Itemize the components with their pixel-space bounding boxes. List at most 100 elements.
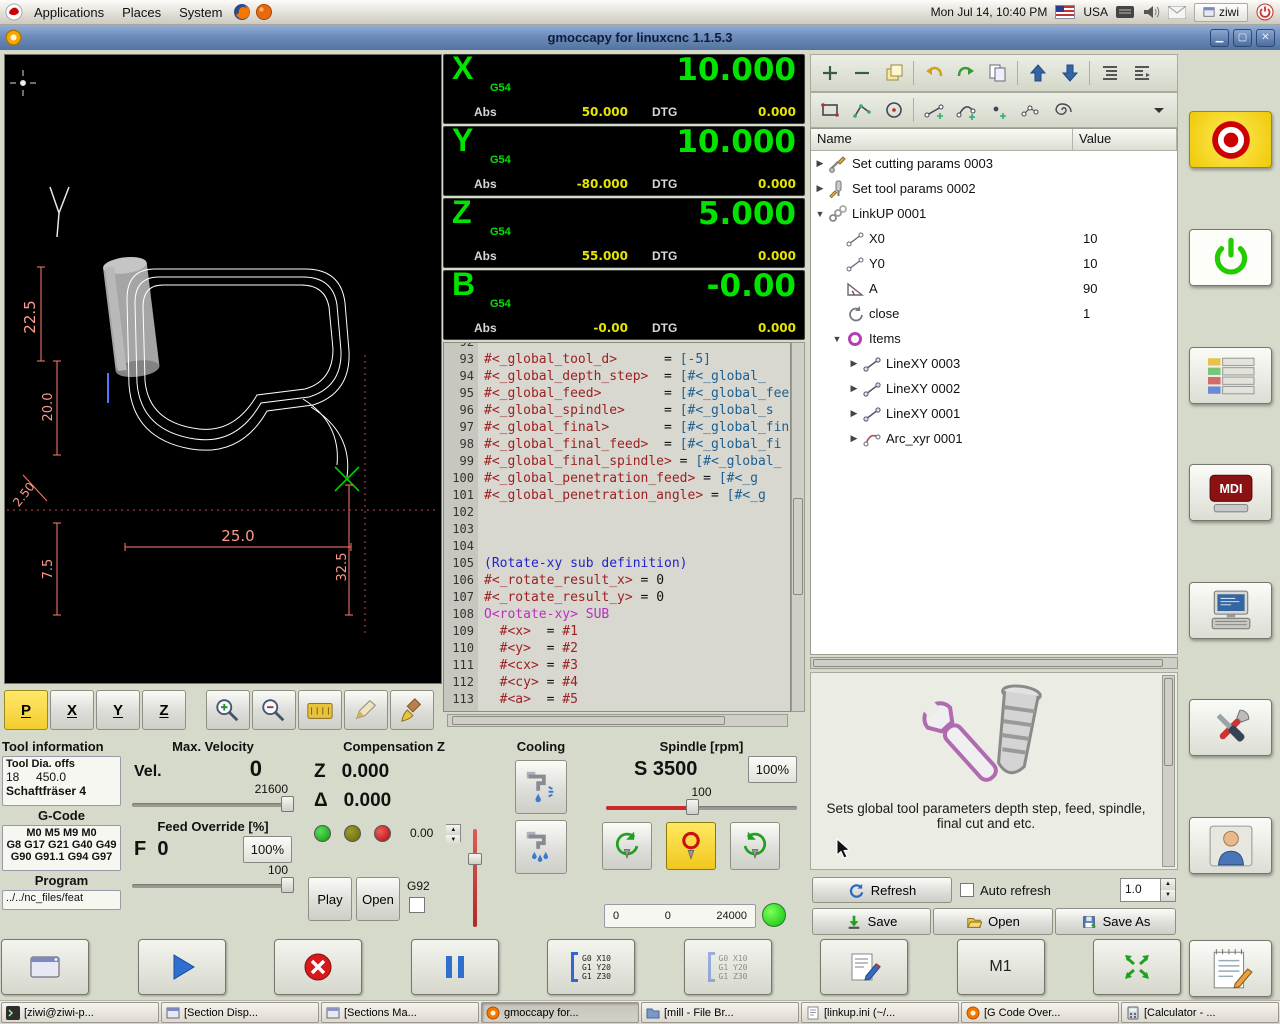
machine-on-button[interactable] xyxy=(1189,229,1272,286)
taskbar-item-gcode-overview[interactable]: [G Code Over... xyxy=(961,1002,1119,1023)
save-button[interactable]: Save xyxy=(812,908,931,935)
ncam-tree[interactable]: Name Value ▶Set cutting params 0003▶Set … xyxy=(810,128,1178,655)
tree-row[interactable]: ▶Set tool params 0002 xyxy=(811,176,1177,201)
spindle-override-slider[interactable] xyxy=(604,799,799,816)
g92-checkbox[interactable] xyxy=(409,897,425,913)
remove-button[interactable] xyxy=(846,59,877,88)
edit-gcode-button[interactable] xyxy=(820,939,908,995)
fullscreen-toggle-button[interactable] xyxy=(1093,939,1181,995)
auto-mode-button[interactable] xyxy=(1189,582,1272,639)
distro-menu-icon[interactable] xyxy=(4,2,24,22)
slider-thumb[interactable] xyxy=(281,877,294,893)
run-program-button[interactable] xyxy=(138,939,226,995)
save-as-button[interactable]: Save As xyxy=(1055,908,1176,935)
taskbar-item-file-browser[interactable]: [mill - File Br... xyxy=(641,1002,799,1023)
tree-row[interactable]: ▶LineXY 0001 xyxy=(811,401,1177,426)
expand-button[interactable] xyxy=(1126,59,1157,88)
view-z-button[interactable]: Z xyxy=(142,690,186,730)
max-velocity-slider[interactable] xyxy=(130,796,296,813)
view-x-button[interactable]: X xyxy=(50,690,94,730)
tree-row[interactable]: ▼Items xyxy=(811,326,1177,351)
input-method-icon[interactable] xyxy=(1116,6,1134,18)
taskbar-item-section-display[interactable]: [Section Disp... xyxy=(161,1002,319,1023)
tree-expander-icon[interactable]: ▶ xyxy=(813,183,827,194)
tree-row[interactable]: ▶Arc_xyr 0001 xyxy=(811,426,1177,451)
node-spiral-button[interactable] xyxy=(1046,96,1077,125)
info-vscrollbar[interactable] xyxy=(1162,675,1175,867)
mist-coolant-button[interactable] xyxy=(515,760,567,814)
edit-notepad-button[interactable] xyxy=(1189,940,1272,997)
offsets-page-button[interactable] xyxy=(1189,347,1272,404)
view-y-button[interactable]: Y xyxy=(96,690,140,730)
comp-play-button[interactable]: Play xyxy=(308,877,352,921)
tree-expander-icon[interactable]: ▶ xyxy=(813,158,827,169)
redo-button[interactable] xyxy=(950,59,981,88)
close-button[interactable]: ✕ xyxy=(1256,29,1275,47)
feed-override-slider[interactable] xyxy=(130,877,296,894)
window-toggle-button[interactable] xyxy=(1,939,89,995)
maximize-button[interactable]: ▢ xyxy=(1233,29,1252,47)
feed-override-percent[interactable]: 100% xyxy=(243,836,292,863)
tree-hscrollbar[interactable] xyxy=(810,657,1178,669)
refresh-interval-spinner[interactable]: 1.0 ▲▼ xyxy=(1120,878,1176,902)
run-from-line-button[interactable]: G0 X10 G1 Y20 G1 Z30 xyxy=(547,939,635,995)
zoom-in-button[interactable] xyxy=(206,690,250,730)
gremlin-preview[interactable]: 22.5 20.0 2.50 7.5 25.0 32.5 xyxy=(4,54,442,684)
tree-expander-icon[interactable]: ▶ xyxy=(847,358,861,369)
slider-thumb[interactable] xyxy=(686,799,699,815)
dro-axis-z[interactable]: Z G54 5.000 Abs 55.000 DTG 0.000 xyxy=(443,198,805,268)
comp-open-button[interactable]: Open xyxy=(356,877,400,921)
dro-axis-y[interactable]: Y G54 10.000 Abs -80.000 DTG 0.000 xyxy=(443,126,805,196)
taskbar-item-sections-manager[interactable]: [Sections Ma... xyxy=(321,1002,479,1023)
copy-button[interactable] xyxy=(982,59,1013,88)
user-settings-button[interactable] xyxy=(1189,817,1272,874)
tree-expander-icon[interactable]: ▼ xyxy=(830,334,844,344)
keyboard-layout-flag-icon[interactable] xyxy=(1055,5,1075,19)
undo-button[interactable] xyxy=(918,59,949,88)
tree-row[interactable]: ▶LineXY 0003 xyxy=(811,351,1177,376)
gcode-view[interactable]: 9293#<_global_tool_d> = [-5]94#<_global_… xyxy=(443,342,791,712)
clear-plot-button[interactable] xyxy=(390,690,434,730)
slider-thumb[interactable] xyxy=(468,853,482,865)
node-arc-button[interactable] xyxy=(950,96,981,125)
duplicate-button[interactable] xyxy=(878,59,909,88)
polyline-button[interactable] xyxy=(846,96,877,125)
collapse-button[interactable] xyxy=(1094,59,1125,88)
minimize-button[interactable]: ▁ xyxy=(1210,29,1229,47)
tree-expander-icon[interactable]: ▶ xyxy=(847,408,861,419)
dropdown-button[interactable] xyxy=(1143,96,1174,125)
taskbar-item-gmoccapy[interactable]: gmoccapy for... xyxy=(481,1002,639,1023)
tree-row[interactable]: ▼LinkUP 0001 xyxy=(811,201,1177,226)
spindle-left-button[interactable] xyxy=(602,822,652,870)
mail-icon[interactable] xyxy=(1168,6,1186,19)
tree-column-name[interactable]: Name xyxy=(811,129,1073,151)
spindle-stop-button[interactable] xyxy=(666,822,716,870)
clock[interactable]: Mon Jul 14, 10:40 PM xyxy=(931,5,1048,19)
move-down-button[interactable] xyxy=(1054,59,1085,88)
menu-system[interactable]: System xyxy=(171,3,230,22)
taskbar-item-terminal[interactable]: [ziwi@ziwi-p... xyxy=(1,1002,159,1023)
scrollbar-thumb[interactable] xyxy=(452,716,725,725)
dro-axis-x[interactable]: X G54 10.000 Abs 50.000 DTG 0.000 xyxy=(443,54,805,124)
menu-applications[interactable]: Applications xyxy=(26,3,112,22)
rect-button[interactable] xyxy=(814,96,845,125)
stop-at-line-button[interactable]: G0 X10 G1 Y20 G1 Z30 xyxy=(684,939,772,995)
gcode-hscrollbar[interactable] xyxy=(447,714,788,727)
tree-row[interactable]: Y010 xyxy=(811,251,1177,276)
spindle-right-button[interactable] xyxy=(730,822,780,870)
taskbar-item-calculator[interactable]: [Calculator - ... xyxy=(1121,1002,1279,1023)
comp-offset-spinner[interactable]: ▲▼ xyxy=(446,824,461,842)
gcode-vscrollbar[interactable] xyxy=(791,342,805,712)
refresh-interval-value[interactable]: 1.0 xyxy=(1120,878,1161,902)
taskbar-item-linkup-ini[interactable]: [linkup.ini (~/... xyxy=(801,1002,959,1023)
mdi-mode-button[interactable]: MDI xyxy=(1189,464,1272,521)
settings-button[interactable] xyxy=(1189,699,1272,756)
draw-path-button[interactable] xyxy=(344,690,388,730)
tree-expander-icon[interactable]: ▶ xyxy=(847,433,861,444)
auto-refresh-checkbox[interactable] xyxy=(960,883,974,897)
dro-axis-b[interactable]: B G54 -0.00 Abs -0.00 DTG 0.000 xyxy=(443,270,805,340)
optional-stop-button[interactable]: M1 xyxy=(957,939,1045,995)
emergency-stop-button[interactable] xyxy=(1189,111,1272,168)
move-up-button[interactable] xyxy=(1022,59,1053,88)
comp-vertical-slider[interactable] xyxy=(468,827,482,929)
